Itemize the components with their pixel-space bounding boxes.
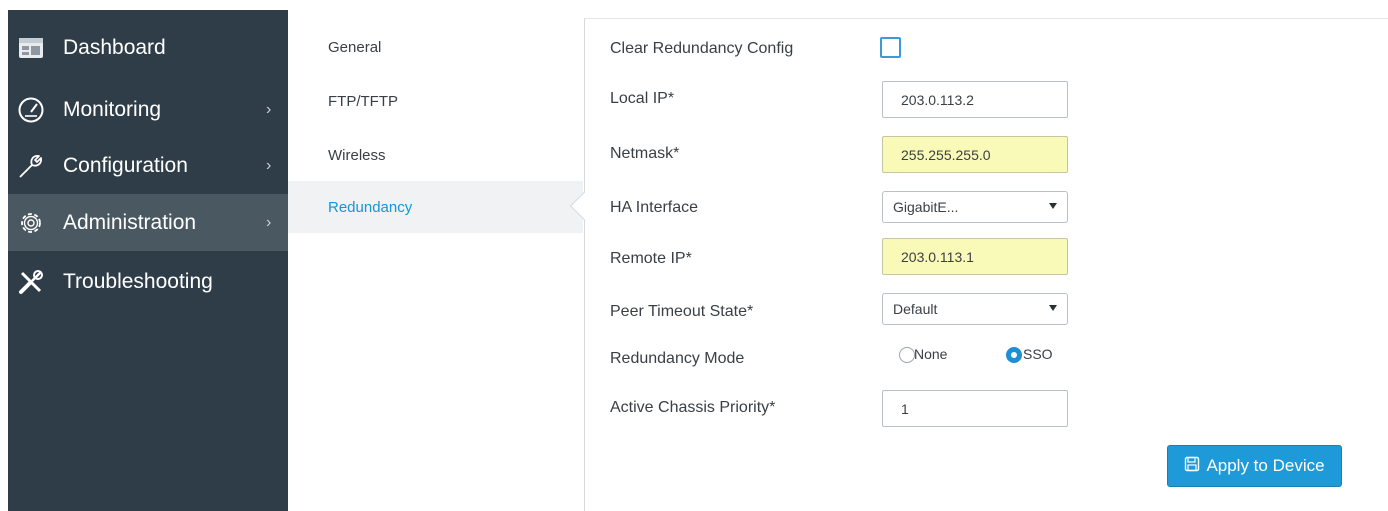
save-icon xyxy=(1184,456,1200,477)
netmask-label: Netmask* xyxy=(610,145,680,162)
clear-config-checkbox[interactable] xyxy=(880,37,901,58)
peer-timeout-select[interactable]: Default xyxy=(882,293,1068,325)
mode-none-radio[interactable] xyxy=(899,347,915,363)
mode-none-label: None xyxy=(914,346,948,362)
sidebar-item-troubleshooting[interactable]: Troubleshooting xyxy=(8,253,288,310)
ha-interface-select[interactable]: GigabitE... xyxy=(882,191,1068,223)
peer-timeout-value: Default xyxy=(893,301,938,317)
peer-timeout-label: Peer Timeout State* xyxy=(610,303,754,320)
priority-label: Active Chassis Priority* xyxy=(610,399,776,416)
sidebar-item-dashboard[interactable]: Dashboard xyxy=(8,19,288,76)
local-ip-input[interactable]: 203.0.113.2 xyxy=(882,81,1068,118)
dashboard-icon xyxy=(14,31,48,65)
ha-interface-label: HA Interface xyxy=(610,199,699,216)
sidebar-item-label: Dashboard xyxy=(63,35,166,59)
sidebar-item-configuration[interactable]: Configuration › xyxy=(8,137,288,194)
subnav-item-ftp-tftp[interactable]: FTP/TFTP xyxy=(288,75,583,127)
subnav-item-general[interactable]: General xyxy=(288,21,583,73)
sidebar-item-monitoring[interactable]: Monitoring › xyxy=(8,81,288,138)
active-chassis-priority-input[interactable]: 1 xyxy=(882,390,1068,427)
subnav-item-wireless[interactable]: Wireless xyxy=(288,129,583,181)
sidebar-item-label: Configuration xyxy=(63,153,188,177)
apply-button-label: Apply to Device xyxy=(1206,456,1325,475)
local-ip-label: Local IP* xyxy=(610,90,675,107)
caret-down-icon xyxy=(1049,203,1057,209)
caret-down-icon xyxy=(1049,305,1057,311)
sidebar-item-label: Troubleshooting xyxy=(63,269,213,293)
subnav-item-redundancy[interactable]: Redundancy xyxy=(288,181,583,233)
sidebar-item-label: Administration xyxy=(63,210,197,234)
mode-sso-label: SSO xyxy=(1023,346,1053,362)
chevron-right-icon: › xyxy=(266,100,272,118)
sidebar-item-administration[interactable]: Administration › xyxy=(8,194,288,251)
sidebar: Dashboard Monitoring › Configuration › A… xyxy=(0,0,288,511)
gear-icon xyxy=(14,206,48,240)
mode-sso-radio[interactable] xyxy=(1006,347,1022,363)
netmask-input[interactable]: 255.255.255.0 xyxy=(882,136,1068,173)
remote-ip-label: Remote IP* xyxy=(610,250,692,267)
sidebar-panel: Dashboard Monitoring › Configuration › A… xyxy=(8,10,288,511)
ha-interface-value: GigabitE... xyxy=(893,199,959,215)
chevron-right-icon: › xyxy=(266,213,272,231)
remote-ip-input[interactable]: 203.0.113.1 xyxy=(882,238,1068,275)
redundancy-mode-label: Redundancy Mode xyxy=(610,350,745,367)
wrench-icon xyxy=(14,149,48,183)
clear-config-label: Clear Redundancy Config xyxy=(610,40,794,57)
chevron-right-icon: › xyxy=(266,156,272,174)
sidebar-item-label: Monitoring xyxy=(63,97,162,121)
tools-icon xyxy=(14,265,48,299)
apply-to-device-button[interactable]: Apply to Device xyxy=(1167,445,1342,487)
sub-navigation: General FTP/TFTP Wireless Redundancy xyxy=(288,0,583,511)
gauge-icon xyxy=(14,93,48,127)
